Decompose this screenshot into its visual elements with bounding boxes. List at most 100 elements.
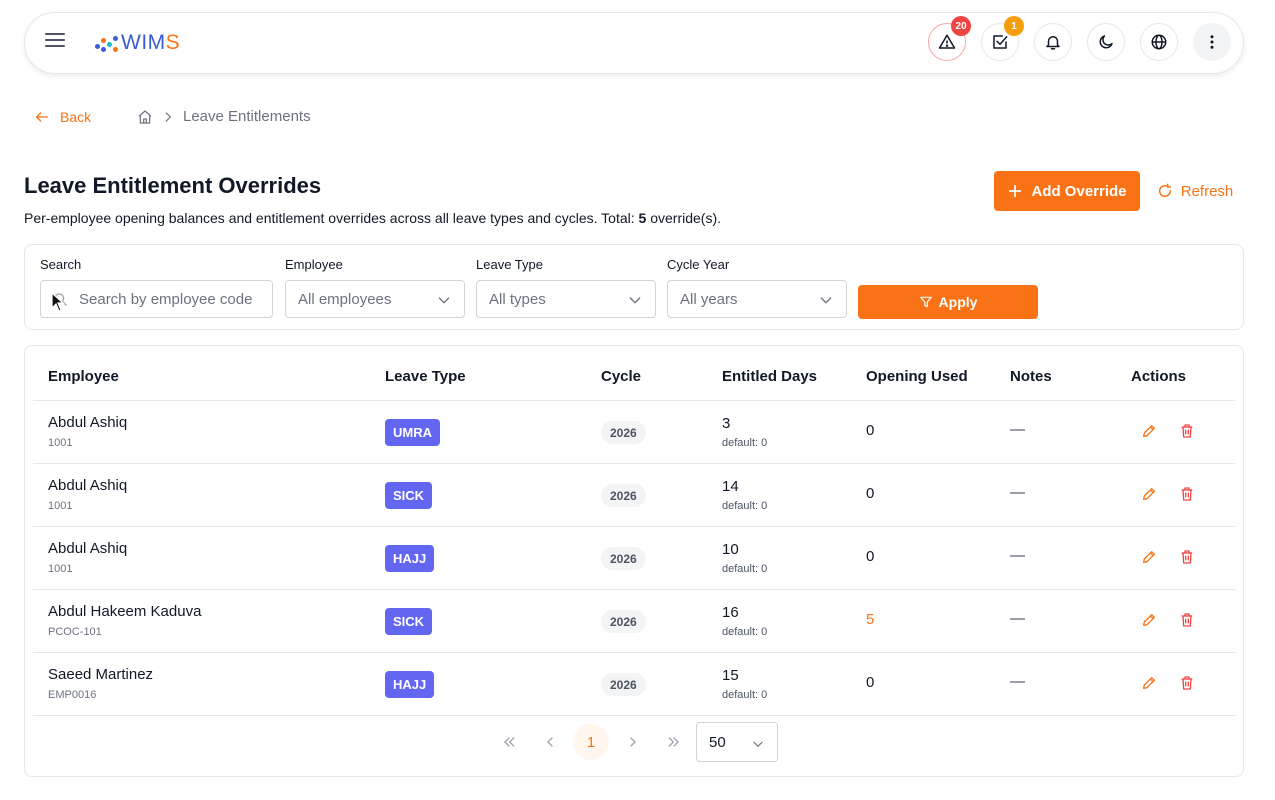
employee-code: EMP0016 [48, 689, 97, 701]
trash-icon[interactable] [1179, 423, 1195, 439]
leave-type-select[interactable]: All types [476, 280, 656, 318]
logo-mark-icon [93, 33, 119, 53]
chevron-left-icon [547, 737, 553, 747]
entitled-default: default: 0 [722, 500, 768, 512]
filter-icon [919, 296, 932, 308]
cycle-year-select[interactable]: All years [667, 280, 847, 318]
chevron-down-icon [753, 741, 763, 748]
edit-icon[interactable] [1141, 675, 1157, 691]
next-page-button[interactable] [615, 724, 651, 760]
entitled-days: 15 [722, 667, 739, 684]
back-label: Back [60, 109, 92, 125]
employee-code: 1001 [48, 437, 73, 449]
chevron-down-icon [629, 297, 641, 304]
top-bar: WIMS 20 1 [24, 12, 1244, 74]
edit-icon[interactable] [1141, 612, 1157, 628]
breadcrumb-current: Leave Entitlements [183, 108, 311, 125]
filters-panel: Search Employee All employees Leave Type… [24, 244, 1244, 330]
cycle-year-label: Cycle Year [667, 257, 730, 272]
apply-button[interactable]: Apply [858, 285, 1038, 319]
notes: — [1010, 421, 1025, 438]
warning-icon [938, 34, 956, 49]
col-employee[interactable]: Employee [48, 368, 119, 385]
employee-name: Abdul Ashiq [48, 540, 128, 557]
cycle-pill: 2026 [601, 610, 646, 633]
col-actions: Actions [1131, 368, 1187, 385]
plus-icon [1009, 184, 1022, 198]
employee-name: Abdul Ashiq [48, 414, 128, 431]
chevron-right-icon [165, 111, 172, 122]
entitled-default: default: 0 [722, 563, 768, 575]
language-button[interactable] [1140, 23, 1178, 61]
search-field[interactable] [40, 280, 273, 318]
breadcrumb: Leave Entitlements [137, 108, 311, 125]
chevrons-left-icon [504, 737, 515, 747]
entitled-days: 14 [722, 478, 739, 495]
opening-used: 0 [866, 422, 875, 439]
employee-code: PCOC-101 [48, 626, 102, 638]
trash-icon[interactable] [1179, 675, 1195, 691]
chevron-right-icon [630, 737, 636, 747]
refresh-button[interactable]: Refresh [1152, 171, 1238, 211]
opening-used: 0 [866, 485, 875, 502]
col-leave-type[interactable]: Leave Type [385, 368, 466, 385]
notes: — [1010, 547, 1025, 564]
table-row: Abdul Ashiq 1001 HAJJ 2026 10 default: 0… [33, 527, 1235, 590]
entitled-default: default: 0 [722, 689, 768, 701]
cycle-pill: 2026 [601, 547, 646, 570]
employee-select[interactable]: All employees [285, 280, 465, 318]
first-page-button[interactable] [491, 724, 527, 760]
col-entitled-days[interactable]: Entitled Days [722, 368, 817, 385]
col-cycle[interactable]: Cycle [601, 368, 641, 385]
leave-type-badge: UMRA [385, 419, 440, 446]
employee-code: 1001 [48, 563, 73, 575]
entitled-days: 16 [722, 604, 739, 621]
tasks-button[interactable]: 1 [981, 16, 1024, 61]
more-vertical-icon [1210, 35, 1214, 49]
notes: — [1010, 673, 1025, 690]
opening-used: 5 [866, 611, 875, 628]
trash-icon[interactable] [1179, 612, 1195, 628]
employee-name: Abdul Hakeem Kaduva [48, 603, 202, 620]
opening-used: 0 [866, 548, 875, 565]
entitled-default: default: 0 [722, 437, 768, 449]
notes: — [1010, 484, 1025, 501]
menu-icon[interactable] [45, 33, 65, 51]
theme-toggle-button[interactable] [1087, 23, 1125, 61]
prev-page-button[interactable] [532, 724, 568, 760]
refresh-icon [1158, 183, 1171, 197]
home-icon[interactable] [137, 109, 153, 125]
last-page-button[interactable] [656, 724, 692, 760]
app-logo[interactable]: WIMS [93, 31, 180, 55]
checkbox-icon [993, 35, 1008, 49]
col-opening-used[interactable]: Opening Used [866, 368, 968, 385]
chevrons-right-icon [668, 737, 679, 747]
employee-name: Saeed Martinez [48, 666, 154, 683]
alerts-count-badge: 20 [951, 16, 971, 36]
trash-icon[interactable] [1179, 486, 1195, 502]
employee-label: Employee [285, 257, 343, 272]
arrow-left-icon [36, 112, 48, 122]
employee-name: Abdul Ashiq [48, 477, 128, 494]
page-number-button[interactable]: 1 [573, 724, 609, 760]
entitled-default: default: 0 [722, 626, 768, 638]
chevron-down-icon [438, 297, 450, 304]
search-input[interactable] [79, 290, 260, 308]
per-page-select[interactable]: 50 [696, 722, 778, 762]
notifications-button[interactable] [1034, 23, 1072, 61]
tasks-count-badge: 1 [1004, 16, 1024, 36]
opening-used: 0 [866, 674, 875, 691]
entitled-days: 3 [722, 415, 731, 432]
edit-icon[interactable] [1141, 423, 1157, 439]
globe-icon [1151, 34, 1167, 50]
trash-icon[interactable] [1179, 549, 1195, 565]
edit-icon[interactable] [1141, 486, 1157, 502]
add-override-button[interactable]: Add Override [994, 171, 1140, 211]
page-title: Leave Entitlement Overrides [24, 173, 322, 198]
back-link[interactable]: Back [34, 109, 91, 125]
moon-icon [1099, 35, 1113, 49]
cycle-pill: 2026 [601, 421, 646, 444]
more-options-button[interactable] [1193, 23, 1231, 61]
edit-icon[interactable] [1141, 549, 1157, 565]
alerts-button[interactable]: 20 [928, 16, 971, 61]
